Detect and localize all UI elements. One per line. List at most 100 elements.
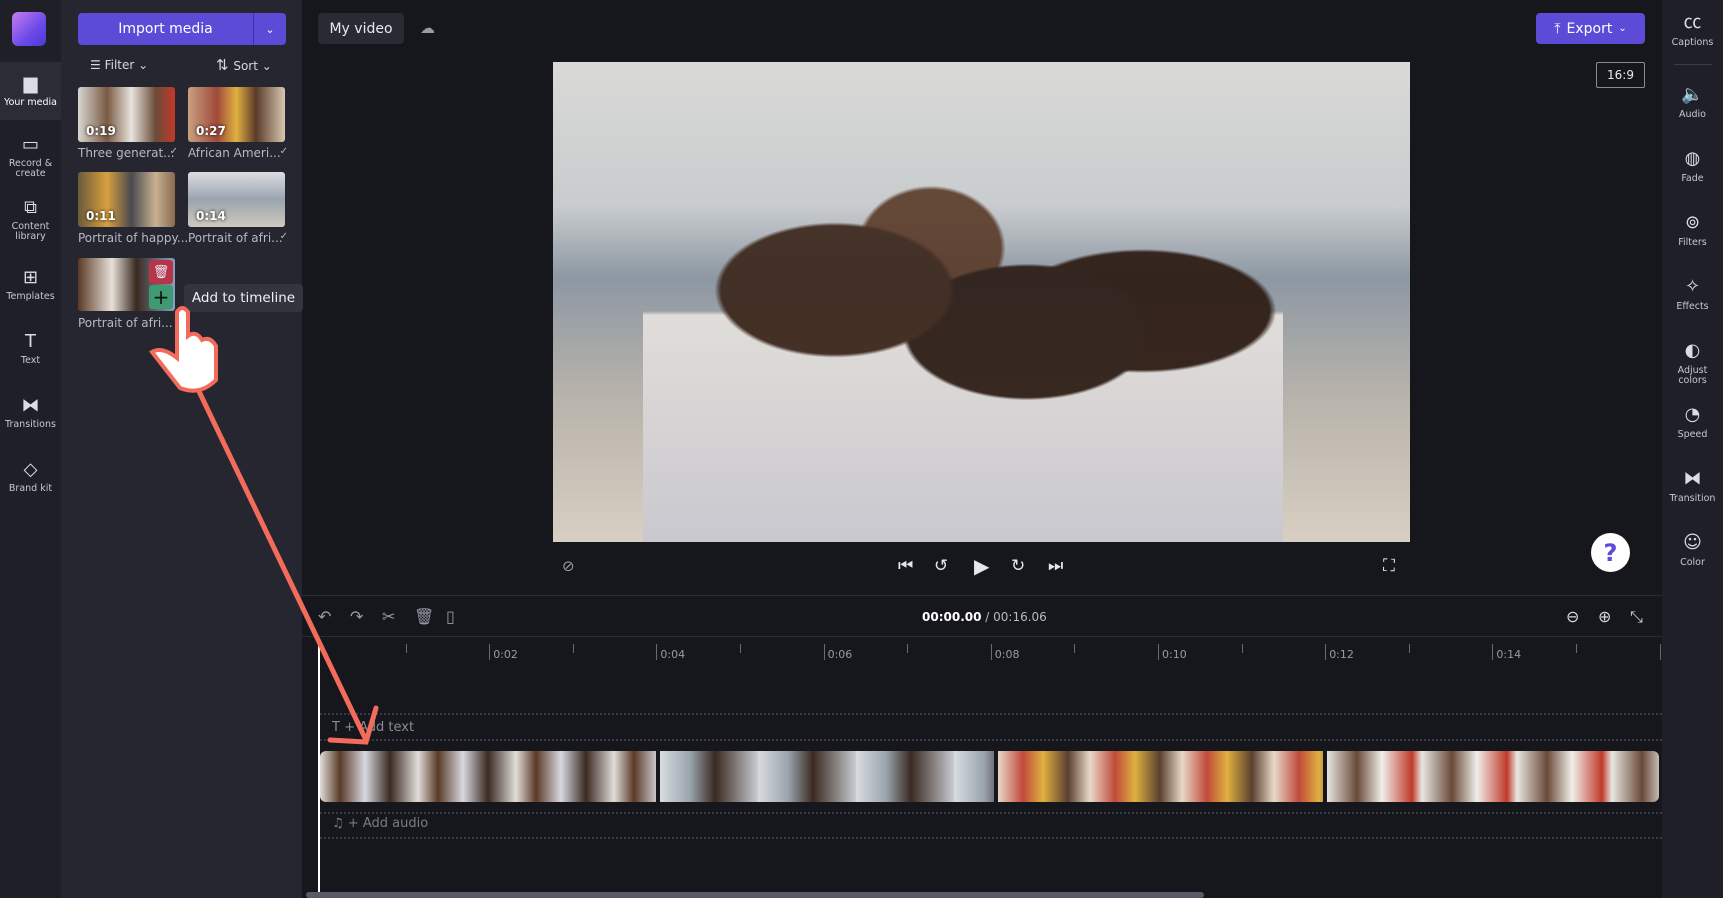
media-title: Portrait of afri... ✓ xyxy=(188,231,288,245)
nav-templates[interactable]: ⊞ Templates xyxy=(0,268,61,302)
fullscreen-icon[interactable]: ⛶ xyxy=(1383,556,1395,576)
video-preview xyxy=(553,62,1410,542)
templates-icon: ⊞ xyxy=(22,267,39,288)
music-note-icon: ♫ xyxy=(332,816,348,831)
title-text: Three generat... xyxy=(78,146,175,160)
duration: 0:14 xyxy=(196,209,226,223)
filters-icon: ⊚ xyxy=(1684,212,1701,233)
sort-button[interactable]: ⇅ Sort ⌄ xyxy=(216,56,272,74)
nav-content-library[interactable]: ⧉ Content library xyxy=(0,198,61,242)
rewind-5-icon[interactable]: ↺ xyxy=(934,556,948,576)
media-thumbnail[interactable]: 0:11 xyxy=(78,172,175,227)
nav-captions[interactable]: ㏄ Captions xyxy=(1662,12,1723,48)
play-icon[interactable]: ▶ xyxy=(974,554,989,578)
video-frame xyxy=(643,122,1283,542)
ruler-tick xyxy=(1408,644,1410,653)
export-button[interactable]: ⤒ Export ⌄ xyxy=(1536,13,1645,44)
nav-fade[interactable]: ◍ Fade xyxy=(1662,148,1723,184)
check-icon: ✓ xyxy=(279,146,288,157)
nav-label: Transitions xyxy=(5,419,56,430)
fade-icon: ◍ xyxy=(1684,148,1701,169)
video-clip[interactable] xyxy=(998,751,1323,802)
duration: 0:27 xyxy=(196,124,226,138)
video-clip[interactable] xyxy=(660,751,994,802)
duration: 0:11 xyxy=(86,209,116,223)
question-icon: ? xyxy=(1603,538,1618,567)
aspect-ratio-button[interactable]: 16:9 xyxy=(1596,62,1645,88)
captions-off-icon[interactable]: ⊘ xyxy=(562,557,575,575)
nav-filters[interactable]: ⊚ Filters xyxy=(1662,212,1723,248)
check-icon: ✓ xyxy=(279,231,288,242)
title-text: Portrait of afri... xyxy=(188,231,283,245)
trash-icon[interactable]: 🗑 xyxy=(414,607,434,626)
ruler-tick xyxy=(1576,644,1577,653)
nav-speed[interactable]: ◔ Speed xyxy=(1662,404,1723,440)
trash-icon: 🗑 xyxy=(152,264,170,280)
left-nav: ▆ Your media ▭ Record & create ⧉ Content li… xyxy=(0,0,61,898)
contrast-icon: ◐ xyxy=(1684,340,1701,361)
ruler-label: 0:14 xyxy=(1496,648,1522,661)
speaker-icon: 🔈 xyxy=(1681,84,1704,105)
nav-record-create[interactable]: ▭ Record & create xyxy=(0,135,61,179)
ruler-tick xyxy=(489,644,491,660)
video-clip[interactable] xyxy=(1327,751,1659,802)
divider xyxy=(320,739,1662,741)
nav-brand-kit[interactable]: ◇ Brand kit xyxy=(0,460,61,494)
media-thumbnail[interactable]: 0:14 xyxy=(188,172,285,227)
nav-label: Transition xyxy=(1669,493,1716,504)
import-media-button[interactable]: Import media ⌄ xyxy=(78,13,286,45)
nav-label: Captions xyxy=(1671,37,1714,48)
media-thumbnail[interactable]: 0:27 xyxy=(188,87,285,142)
ruler-tick xyxy=(823,644,825,660)
nav-effects[interactable]: ✧ Effects xyxy=(1662,276,1723,312)
divider xyxy=(320,812,1662,814)
project-title-button[interactable]: My video xyxy=(318,13,404,44)
title-text: African Ameri... xyxy=(188,146,281,160)
ruler-label: 0:02 xyxy=(493,648,518,661)
nav-transitions[interactable]: ⧓ Transitions xyxy=(0,396,61,430)
nav-audio[interactable]: 🔈 Audio xyxy=(1662,84,1723,120)
clipchamp-logo xyxy=(12,12,46,46)
palette-icon: ☺ xyxy=(1683,532,1702,553)
timeline-scrollbar[interactable] xyxy=(306,892,1204,898)
nav-label: Your media xyxy=(4,97,57,108)
help-button[interactable]: ? xyxy=(1591,533,1630,572)
nav-label: Text xyxy=(20,355,41,366)
speedometer-icon: ◔ xyxy=(1684,404,1701,425)
nav-label: Fade xyxy=(1681,173,1704,184)
zoom-out-icon[interactable]: ⊖ xyxy=(1566,607,1579,626)
title-text: Portrait of happy... xyxy=(78,231,189,245)
skip-forward-icon[interactable]: ⏭ xyxy=(1048,556,1063,576)
forward-5-icon[interactable]: ↻ xyxy=(1011,556,1025,576)
nav-label: Color xyxy=(1680,557,1705,568)
add-audio-track[interactable]: ♫ + Add audio xyxy=(332,816,428,831)
nav-label: Audio xyxy=(1678,109,1706,120)
cloud-off-icon: ☁ xyxy=(420,19,435,37)
nav-your-media[interactable]: ▆ Your media xyxy=(0,62,61,120)
brand-kit-icon: ◇ xyxy=(23,459,38,480)
skip-back-icon[interactable]: ⏮ xyxy=(898,556,913,576)
right-nav: ㏄ Captions 🔈 Audio ◍ Fade ⊚ Filters ✧ Effects ◐ Adj… xyxy=(1662,0,1723,898)
media-thumbnail[interactable]: 0:19 xyxy=(78,87,175,142)
add-media-icon[interactable]: ▯ xyxy=(446,607,455,626)
divider xyxy=(1674,64,1712,65)
export-label: Export xyxy=(1566,20,1613,37)
nav-color[interactable]: ☺ Color xyxy=(1662,532,1723,568)
text-icon: T xyxy=(25,331,36,352)
ruler-tick xyxy=(405,644,407,653)
divider xyxy=(302,636,1662,637)
delete-button[interactable]: 🗑 xyxy=(149,260,173,284)
chevron-down-icon[interactable]: ⌄ xyxy=(254,13,286,45)
import-media-label[interactable]: Import media xyxy=(78,13,254,45)
time-display: 00:00.00 / 00:16.06 xyxy=(922,610,1047,624)
zoom-in-icon[interactable]: ⊕ xyxy=(1598,607,1611,626)
filter-button[interactable]: ☰ Filter ⌄ xyxy=(90,58,148,72)
upload-icon: ⤒ xyxy=(1554,20,1561,37)
fit-timeline-icon[interactable]: ⤡ xyxy=(1630,607,1643,627)
nav-transition[interactable]: ⧓ Transition xyxy=(1662,468,1723,504)
nav-adjust-colors[interactable]: ◐ Adjust colors xyxy=(1662,340,1723,386)
divider xyxy=(320,713,1662,715)
filter-icon: ☰ xyxy=(90,58,105,72)
transition-icon: ⧓ xyxy=(1683,468,1702,489)
nav-text[interactable]: T Text xyxy=(0,332,61,366)
